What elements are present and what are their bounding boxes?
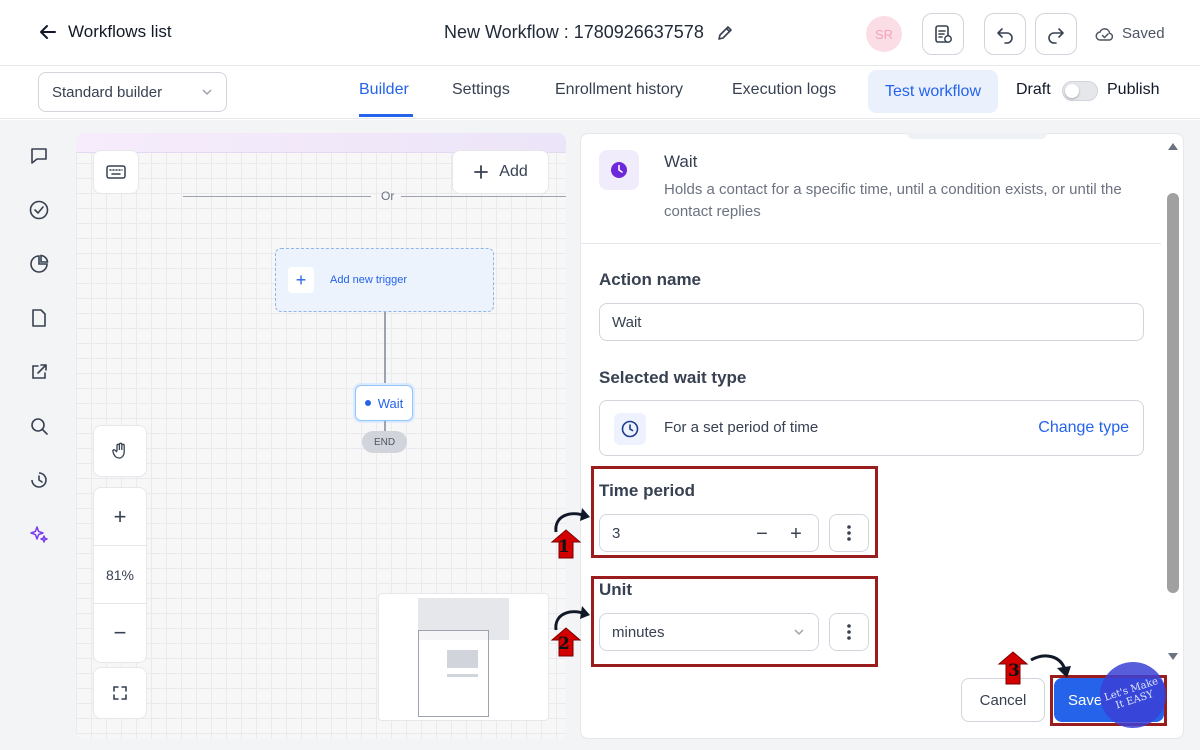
publish-label: Publish bbox=[1107, 81, 1160, 98]
saved-status: Saved bbox=[1095, 25, 1165, 42]
clock-icon bbox=[614, 413, 646, 445]
back-to-workflows-link[interactable]: Workflows list bbox=[38, 22, 172, 42]
annotation-number-3: 3 bbox=[1008, 661, 1020, 681]
active-tab-underline bbox=[359, 114, 413, 117]
action-name-input[interactable]: Wait bbox=[599, 303, 1144, 341]
saved-label: Saved bbox=[1122, 25, 1165, 42]
redo-icon bbox=[1048, 28, 1064, 44]
wait-type-label: Selected wait type bbox=[599, 368, 747, 387]
scroll-up-arrow-icon[interactable] bbox=[1164, 139, 1182, 153]
node-dot bbox=[364, 400, 371, 406]
end-node: END bbox=[362, 431, 407, 453]
or-label: Or bbox=[381, 189, 395, 203]
clock-icon bbox=[599, 150, 639, 190]
panel-header: Wait Holds a contact for a specific time… bbox=[581, 134, 1161, 244]
toggle-knob bbox=[1065, 84, 1079, 98]
annotation-number-1: 1 bbox=[558, 537, 570, 557]
add-button[interactable]: Add bbox=[452, 150, 549, 194]
arrow-left-icon bbox=[40, 25, 56, 39]
scrollbar-thumb[interactable] bbox=[1167, 193, 1179, 593]
workflow-title-text: New Workflow : 1780926637578 bbox=[444, 22, 704, 42]
chevron-down-icon bbox=[202, 89, 212, 96]
panel-description: Holds a contact for a specific time, unt… bbox=[664, 181, 1122, 220]
annotation-box-time-period bbox=[591, 466, 878, 558]
keyboard-icon bbox=[106, 165, 126, 179]
wait-type-value: For a set period of time bbox=[664, 419, 819, 436]
zoom-in-button[interactable]: + bbox=[94, 488, 146, 546]
tab-execution-logs[interactable]: Execution logs bbox=[732, 81, 836, 99]
hand-icon bbox=[112, 442, 125, 459]
pie-chart-icon[interactable] bbox=[27, 252, 51, 276]
check-circle-icon[interactable] bbox=[27, 198, 51, 222]
zoom-out-button[interactable]: − bbox=[94, 604, 146, 662]
workflow-title: New Workflow : 1780926637578 bbox=[444, 22, 734, 43]
add-new-trigger-node[interactable]: + Add new trigger bbox=[275, 248, 494, 312]
plus-icon bbox=[474, 165, 489, 179]
workflow-canvas[interactable]: Add Or + Add new trigger Wait END + 81% … bbox=[76, 133, 566, 739]
draft-label: Draft bbox=[1016, 81, 1051, 98]
connector-line bbox=[384, 312, 386, 385]
or-divider-right bbox=[401, 196, 566, 197]
connector-line bbox=[384, 421, 386, 431]
builder-select[interactable]: Standard builder bbox=[38, 72, 227, 112]
annotation-arrow-3 bbox=[997, 651, 1071, 685]
document-icon[interactable] bbox=[27, 306, 51, 330]
panel-title: Wait bbox=[664, 152, 698, 171]
chat-icon[interactable] bbox=[27, 144, 51, 168]
workflow-notes-button[interactable] bbox=[922, 13, 964, 55]
builder-select-value: Standard builder bbox=[52, 83, 163, 101]
pencil-icon[interactable] bbox=[716, 24, 734, 42]
wait-type-box: For a set period of time Change type bbox=[599, 400, 1144, 456]
fit-view-button[interactable] bbox=[93, 667, 147, 719]
panel-top-tab bbox=[907, 133, 1047, 139]
add-trigger-label: Add new trigger bbox=[330, 274, 408, 286]
add-button-label: Add bbox=[499, 163, 528, 180]
wait-node-label: Wait bbox=[377, 395, 404, 411]
history-icon[interactable] bbox=[27, 468, 51, 492]
avatar[interactable]: SR bbox=[866, 16, 902, 52]
expand-icon bbox=[113, 686, 127, 700]
tab-settings[interactable]: Settings bbox=[452, 81, 510, 99]
test-workflow-button[interactable]: Test workflow bbox=[868, 70, 998, 113]
top-header: Workflows list New Workflow : 1780926637… bbox=[0, 0, 1200, 66]
external-link-icon[interactable] bbox=[27, 360, 51, 384]
tab-enrollment-history[interactable]: Enrollment history bbox=[555, 81, 683, 99]
undo-button[interactable] bbox=[984, 13, 1026, 55]
change-type-link[interactable]: Change type bbox=[1038, 419, 1129, 437]
back-label: Workflows list bbox=[68, 22, 172, 41]
annotation-number-2: 2 bbox=[558, 634, 570, 654]
zoom-controls: + 81% − bbox=[93, 487, 147, 663]
minimap-node bbox=[447, 650, 478, 668]
tab-builder[interactable]: Builder bbox=[359, 81, 409, 99]
search-icon[interactable] bbox=[27, 414, 51, 438]
keyboard-shortcuts-button[interactable] bbox=[93, 150, 139, 194]
scroll-down-arrow-icon[interactable] bbox=[1164, 650, 1182, 664]
or-divider-left bbox=[183, 196, 371, 197]
zoom-level: 81% bbox=[94, 546, 146, 604]
wait-node[interactable]: Wait bbox=[355, 385, 413, 421]
minimap-node bbox=[447, 674, 478, 677]
clipboard-settings-icon bbox=[935, 25, 952, 43]
annotation-box-unit bbox=[591, 576, 878, 667]
plus-icon: + bbox=[288, 267, 314, 293]
cloud-check-icon bbox=[1095, 27, 1114, 41]
action-name-label: Action name bbox=[599, 270, 702, 289]
sparkles-icon[interactable] bbox=[27, 522, 51, 546]
undo-icon bbox=[997, 28, 1013, 44]
minimap[interactable] bbox=[378, 593, 549, 721]
pan-tool-button[interactable] bbox=[93, 425, 147, 477]
publish-toggle[interactable] bbox=[1062, 81, 1098, 101]
redo-button[interactable] bbox=[1035, 13, 1077, 55]
